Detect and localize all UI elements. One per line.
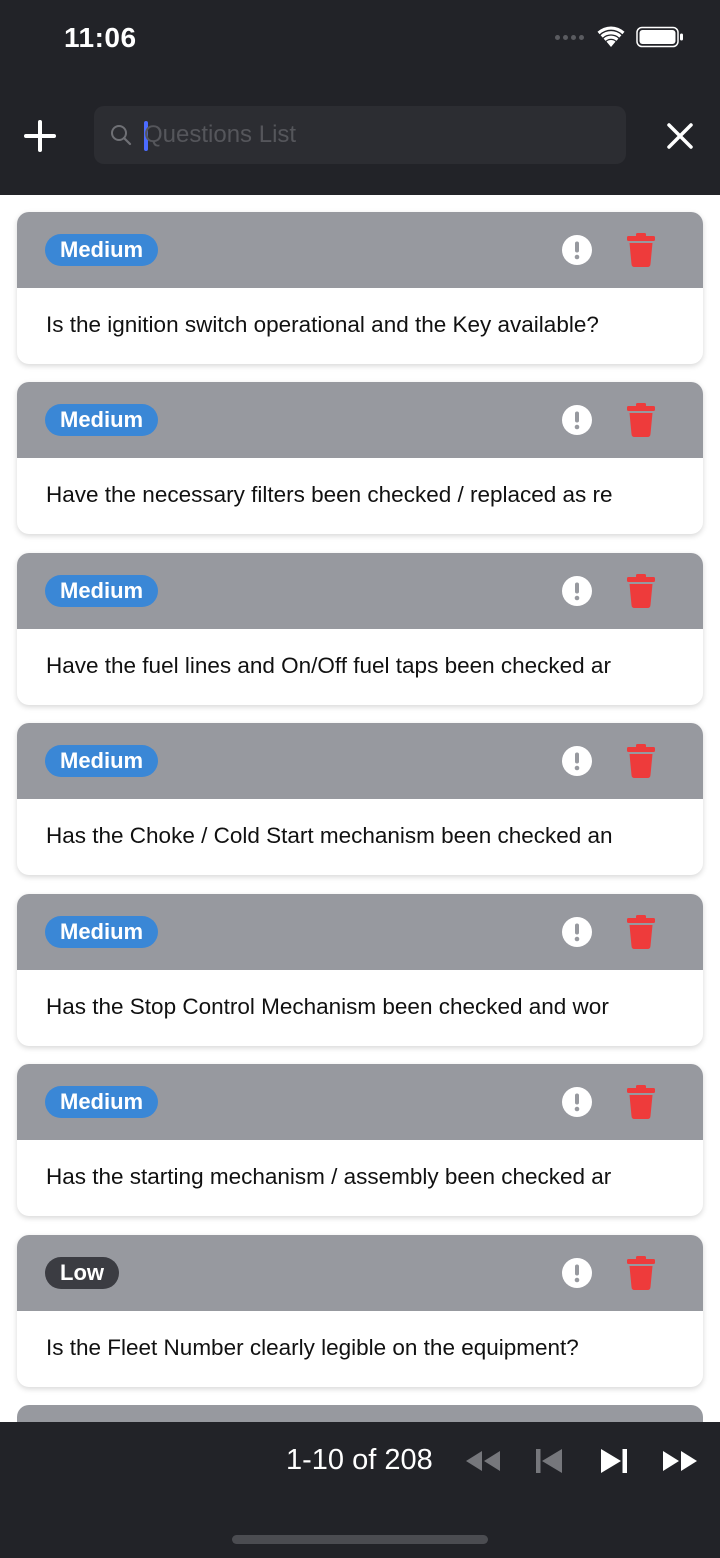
wifi-icon [597,26,625,47]
card-header: Medium [17,723,703,799]
card-header: Low [17,1235,703,1311]
question-text: Have the necessary filters been checked … [46,482,613,507]
search-input[interactable] [144,112,604,158]
question-text: Is the Fleet Number clearly legible on t… [46,1335,579,1360]
question-text: Has the Choke / Cold Start mechanism bee… [46,823,613,848]
card-body: Have the fuel lines and On/Off fuel taps… [17,629,703,705]
exclamation-circle-icon[interactable] [562,1258,592,1288]
question-text: Has the starting mechanism / assembly be… [46,1164,612,1189]
card-body: Is the Fleet Number clearly legible on t… [17,1311,703,1387]
skip-back-icon[interactable] [534,1446,564,1476]
priority-badge: Medium [45,916,159,948]
question-text: Have the fuel lines and On/Off fuel taps… [46,653,611,678]
priority-badge: Medium [45,1086,159,1118]
card-header: Medium [17,382,703,458]
card-header: Medium [17,212,703,288]
card-header: Medium [17,894,703,970]
app-header: 11:06 [0,0,720,195]
question-card[interactable]: Medium Has the Choke / Cold Start mechan… [17,723,703,875]
card-header: Medium [17,1064,703,1140]
status-time: 11:06 [64,22,137,53]
card-body: Have the necessary filters been checked … [17,458,703,534]
page-range-label: 1-10 of 208 [286,1444,433,1476]
home-indicator [232,1535,488,1544]
plus-icon[interactable] [22,116,58,156]
question-text: Is the ignition switch operational and t… [46,312,599,337]
search-bar[interactable] [94,106,626,164]
skip-forward-icon[interactable] [599,1446,629,1476]
questions-list[interactable]: Medium Is the ignition switch operationa… [0,195,720,1422]
exclamation-circle-icon[interactable] [562,235,592,265]
search-icon [111,125,132,146]
pagination-bar: 1-10 of 208 [0,1422,720,1558]
rewind-icon[interactable] [464,1446,502,1476]
question-text: Has the Stop Control Mechanism been chec… [46,994,609,1019]
card-header: Medium [17,553,703,629]
exclamation-circle-icon[interactable] [562,576,592,606]
question-card[interactable]: Medium Has the starting mechanism / asse… [17,1064,703,1216]
battery-icon [636,26,683,48]
priority-badge: Medium [45,404,159,436]
priority-badge: Low [45,1257,119,1289]
question-card[interactable]: Low Is the Fleet Number clearly legible … [17,1235,703,1387]
priority-badge: Medium [45,575,159,607]
question-card[interactable]: Medium Has the Stop Control Mechanism be… [17,894,703,1046]
question-card[interactable]: Medium Have the necessary filters been c… [17,382,703,534]
question-card[interactable]: Medium Have the fuel lines and On/Off fu… [17,553,703,705]
priority-badge: Medium [45,745,159,777]
trash-icon[interactable] [626,233,656,267]
card-body: Has the Stop Control Mechanism been chec… [17,970,703,1046]
trash-icon[interactable] [626,915,656,949]
trash-icon[interactable] [626,1256,656,1290]
exclamation-circle-icon[interactable] [562,746,592,776]
exclamation-circle-icon[interactable] [562,1087,592,1117]
trash-icon[interactable] [626,574,656,608]
card-body: Is the ignition switch operational and t… [17,288,703,364]
trash-icon[interactable] [626,744,656,778]
status-icons [555,26,684,48]
exclamation-circle-icon[interactable] [562,917,592,947]
signal-icon [555,34,584,40]
card-body: Has the Choke / Cold Start mechanism bee… [17,799,703,875]
fast-forward-icon[interactable] [661,1446,699,1476]
priority-badge: Medium [45,234,159,266]
exclamation-circle-icon[interactable] [562,405,592,435]
question-card[interactable]: Medium Is the ignition switch operationa… [17,212,703,364]
close-icon[interactable] [666,122,694,150]
trash-icon[interactable] [626,403,656,437]
card-body: Has the starting mechanism / assembly be… [17,1140,703,1216]
question-card-partial[interactable] [17,1405,703,1422]
trash-icon[interactable] [626,1085,656,1119]
